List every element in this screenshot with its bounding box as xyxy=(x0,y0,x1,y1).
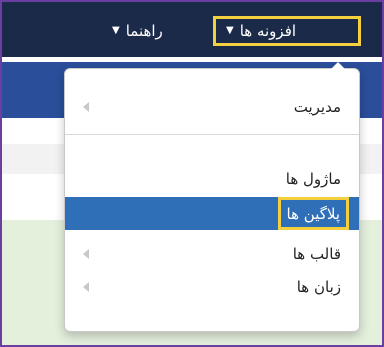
menu-item-templates[interactable]: قالب ها xyxy=(65,237,359,270)
menu-divider xyxy=(65,134,359,135)
caret-down-icon: ▼ xyxy=(112,25,120,36)
extensions-menu-label: افزونه ها xyxy=(239,22,297,40)
submenu-arrow-icon xyxy=(83,101,89,112)
menu-item-plugins[interactable]: پلاگین ها xyxy=(65,197,359,230)
extensions-dropdown-menu: مدیریت ماژول ها پلاگین ها قالب ها زبان ه… xyxy=(64,62,360,332)
menu-item-languages[interactable]: زبان ها xyxy=(65,270,359,303)
dropdown-pointer xyxy=(331,62,345,69)
extensions-menu-button[interactable]: ▼ افزونه ها xyxy=(213,16,361,46)
caret-down-icon: ▼ xyxy=(226,25,234,36)
submenu-arrow-icon xyxy=(83,248,89,259)
submenu-arrow-icon xyxy=(83,281,89,292)
menu-item-label: قالب ها xyxy=(292,244,341,263)
menu-item-label: ماژول ها xyxy=(285,169,341,188)
top-navbar: ▼ راهنما ▼ افزونه ها xyxy=(2,2,382,57)
help-menu-button[interactable]: ▼ راهنما xyxy=(112,18,202,44)
menu-item-modules[interactable]: ماژول ها xyxy=(65,162,359,195)
help-menu-label: راهنما xyxy=(125,22,163,40)
menu-item-label: مدیریت xyxy=(293,97,341,116)
menu-item-label: زبان ها xyxy=(296,277,341,296)
menu-item-manage[interactable]: مدیریت xyxy=(65,90,359,123)
plugins-highlight-box: پلاگین ها xyxy=(277,197,349,230)
menu-item-label: پلاگین ها xyxy=(286,204,340,223)
screenshot-frame: ▼ راهنما ▼ افزونه ها مدیریت ماژول ها پلا… xyxy=(0,0,384,347)
